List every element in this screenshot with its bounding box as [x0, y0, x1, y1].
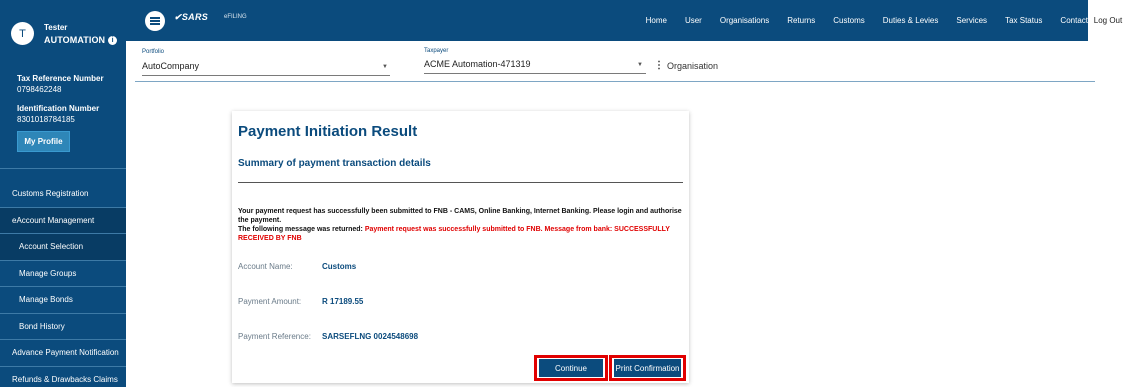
payment-reference-label: Payment Reference:	[238, 332, 311, 341]
nav-home[interactable]: Home	[646, 16, 667, 25]
user-last-name: AUTOMATION i	[44, 35, 118, 46]
payment-result-card: Payment Initiation Result Summary of pay…	[232, 111, 689, 383]
hamburger-menu-icon[interactable]	[145, 11, 165, 31]
account-name-label: Account Name:	[238, 262, 293, 271]
nav-tax-status[interactable]: Tax Status	[1005, 16, 1042, 25]
payment-amount-label: Payment Amount:	[238, 297, 302, 306]
top-nav: Home User Organisations Returns Customs Dutie…	[628, 0, 1088, 41]
sidebar-item-advance-payment-notification[interactable]: Advance Payment Notification	[0, 340, 126, 367]
sidebar-item-refunds-drawbacks-claims[interactable]: Refunds & Drawbacks Claims	[0, 367, 126, 387]
nav-customs[interactable]: Customs	[833, 16, 865, 25]
sidebar-item-eaccount-management[interactable]: eAccount Management	[0, 207, 126, 234]
logo-text: SARS	[181, 12, 209, 22]
logout-button[interactable]: Log Out	[1088, 0, 1128, 41]
message-success: Your payment request has successfully be…	[238, 208, 682, 224]
avatar[interactable]: T	[11, 22, 34, 45]
nav-services[interactable]: Services	[956, 16, 987, 25]
subtitle-divider	[238, 182, 683, 183]
user-first-name: Tester	[44, 23, 68, 32]
account-name-value: Customs	[322, 262, 357, 271]
portfolio-chevron-down-icon[interactable]: ▼	[382, 64, 388, 70]
page-title: Payment Initiation Result	[238, 123, 418, 140]
taxpayer-label: Taxpayer	[424, 48, 449, 54]
taxpayer-underline	[424, 73, 646, 74]
sidebar-item-manage-bonds[interactable]: Manage Bonds	[0, 287, 126, 314]
sidebar-menu: Customs Registration eAccount Management A…	[0, 181, 126, 387]
sars-logo[interactable]: ✔SARS	[174, 12, 208, 23]
user-block: T Tester AUTOMATION i	[0, 12, 126, 52]
tax-ref-label: Tax Reference Number	[17, 74, 104, 83]
selector-divider	[135, 81, 1095, 82]
portfolio-label: Portfolio	[142, 49, 165, 55]
portfolio-select[interactable]: AutoCompany	[142, 61, 199, 71]
organisation-label[interactable]: Organisation	[667, 61, 718, 71]
section-subtitle: Summary of payment transaction details	[238, 158, 431, 169]
sidebar-item-bond-history[interactable]: Bond History	[0, 314, 126, 340]
top-bar: ✔SARS eFILING Home User Organisations Retur…	[126, 0, 1128, 41]
efiling-logo: eFILING	[224, 14, 247, 20]
id-number-value: 8301018784185	[17, 115, 75, 124]
taxpayer-chevron-down-icon[interactable]: ▼	[637, 62, 643, 68]
logo-chevron-icon: ✔	[174, 12, 182, 22]
sidebar-item-account-selection[interactable]: Account Selection	[0, 234, 126, 261]
taxpayer-select[interactable]: ACME Automation-471319	[424, 59, 531, 69]
sidebar-item-customs-registration[interactable]: Customs Registration	[0, 181, 126, 208]
print-confirmation-button[interactable]: Print Confirmation	[613, 358, 682, 378]
nav-contact[interactable]: Contact	[1060, 16, 1088, 25]
nav-duties-levies[interactable]: Duties & Levies	[883, 16, 939, 25]
nav-user[interactable]: User	[685, 16, 702, 25]
nav-returns[interactable]: Returns	[787, 16, 815, 25]
id-number-label: Identification Number	[17, 104, 100, 113]
info-icon[interactable]: i	[108, 36, 118, 46]
more-options-icon[interactable]: ⋮	[654, 60, 664, 71]
continue-button[interactable]: Continue	[538, 358, 604, 378]
user-last-name-text: AUTOMATION	[44, 35, 106, 45]
portfolio-underline	[142, 75, 390, 76]
sidebar: T Tester AUTOMATION i Tax Reference Numbe…	[0, 0, 126, 387]
payment-reference-value: SARSEFLNG 0024548698	[322, 332, 419, 341]
tax-ref-value: 0798462248	[17, 85, 62, 94]
message-returned-label: The following message was returned:	[238, 226, 365, 233]
sidebar-divider	[0, 168, 126, 169]
nav-organisations[interactable]: Organisations	[720, 16, 769, 25]
result-message: Your payment request has successfully be…	[238, 207, 686, 243]
payment-amount-value: R 17189.55	[322, 297, 364, 306]
sidebar-item-manage-groups[interactable]: Manage Groups	[0, 261, 126, 287]
my-profile-button[interactable]: My Profile	[17, 131, 70, 152]
